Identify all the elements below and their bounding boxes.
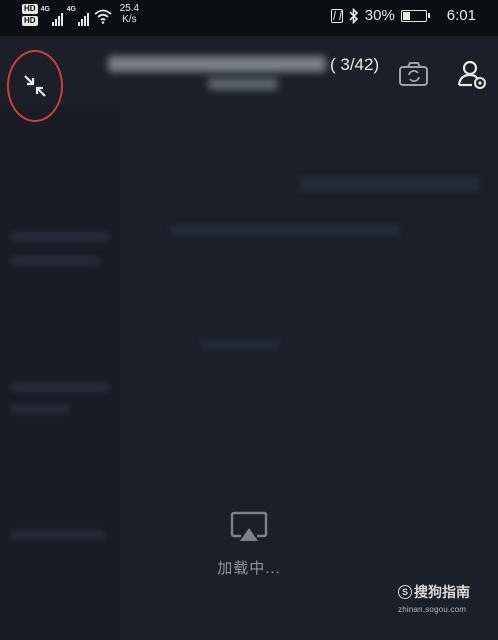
user-settings-button[interactable] — [456, 58, 488, 90]
document-subtitle-blurred — [208, 78, 278, 90]
battery-percent: 30% — [364, 7, 395, 24]
camera-switch-icon — [399, 62, 428, 86]
watermark-url: zhinan.sogou.com — [398, 605, 467, 614]
blurred-content — [10, 404, 70, 414]
blurred-content — [10, 256, 100, 266]
watermark-brand: 搜狗指南 — [414, 584, 470, 600]
exit-fullscreen-button[interactable] — [7, 50, 63, 122]
user-settings-icon — [457, 60, 486, 89]
loading-text: 加载中... — [217, 560, 281, 577]
blurred-content — [170, 224, 400, 236]
network-speed: 25.4 K/s — [119, 3, 140, 25]
bluetooth-icon — [349, 7, 358, 24]
loading-indicator: 加载中... — [0, 510, 498, 578]
status-bar: HD HD 4G 4G 25.4 K/s 30% 6:01 — [0, 0, 498, 36]
document-title-blurred — [108, 56, 326, 72]
blurred-content — [10, 382, 110, 392]
hd-badge: HD — [22, 4, 38, 14]
signal-icon: 4G — [41, 4, 64, 26]
screen-cast-icon — [230, 511, 268, 541]
nfc-icon — [330, 8, 343, 23]
battery-icon — [400, 9, 430, 22]
blurred-content — [300, 176, 480, 192]
sogou-logo-icon: S — [398, 585, 412, 599]
wifi-icon — [93, 9, 112, 24]
page-counter: ( 3/42) — [330, 55, 380, 74]
watermark: S 搜狗指南 zhinan.sogou.com — [398, 582, 490, 614]
clock: 6:01 — [446, 7, 476, 24]
hd-badge: HD — [22, 16, 38, 26]
collapse-icon — [24, 75, 46, 97]
rotate-camera-button[interactable] — [398, 60, 430, 88]
blurred-content — [200, 340, 280, 350]
signal-icon: 4G — [67, 4, 90, 26]
blurred-content — [10, 232, 110, 242]
